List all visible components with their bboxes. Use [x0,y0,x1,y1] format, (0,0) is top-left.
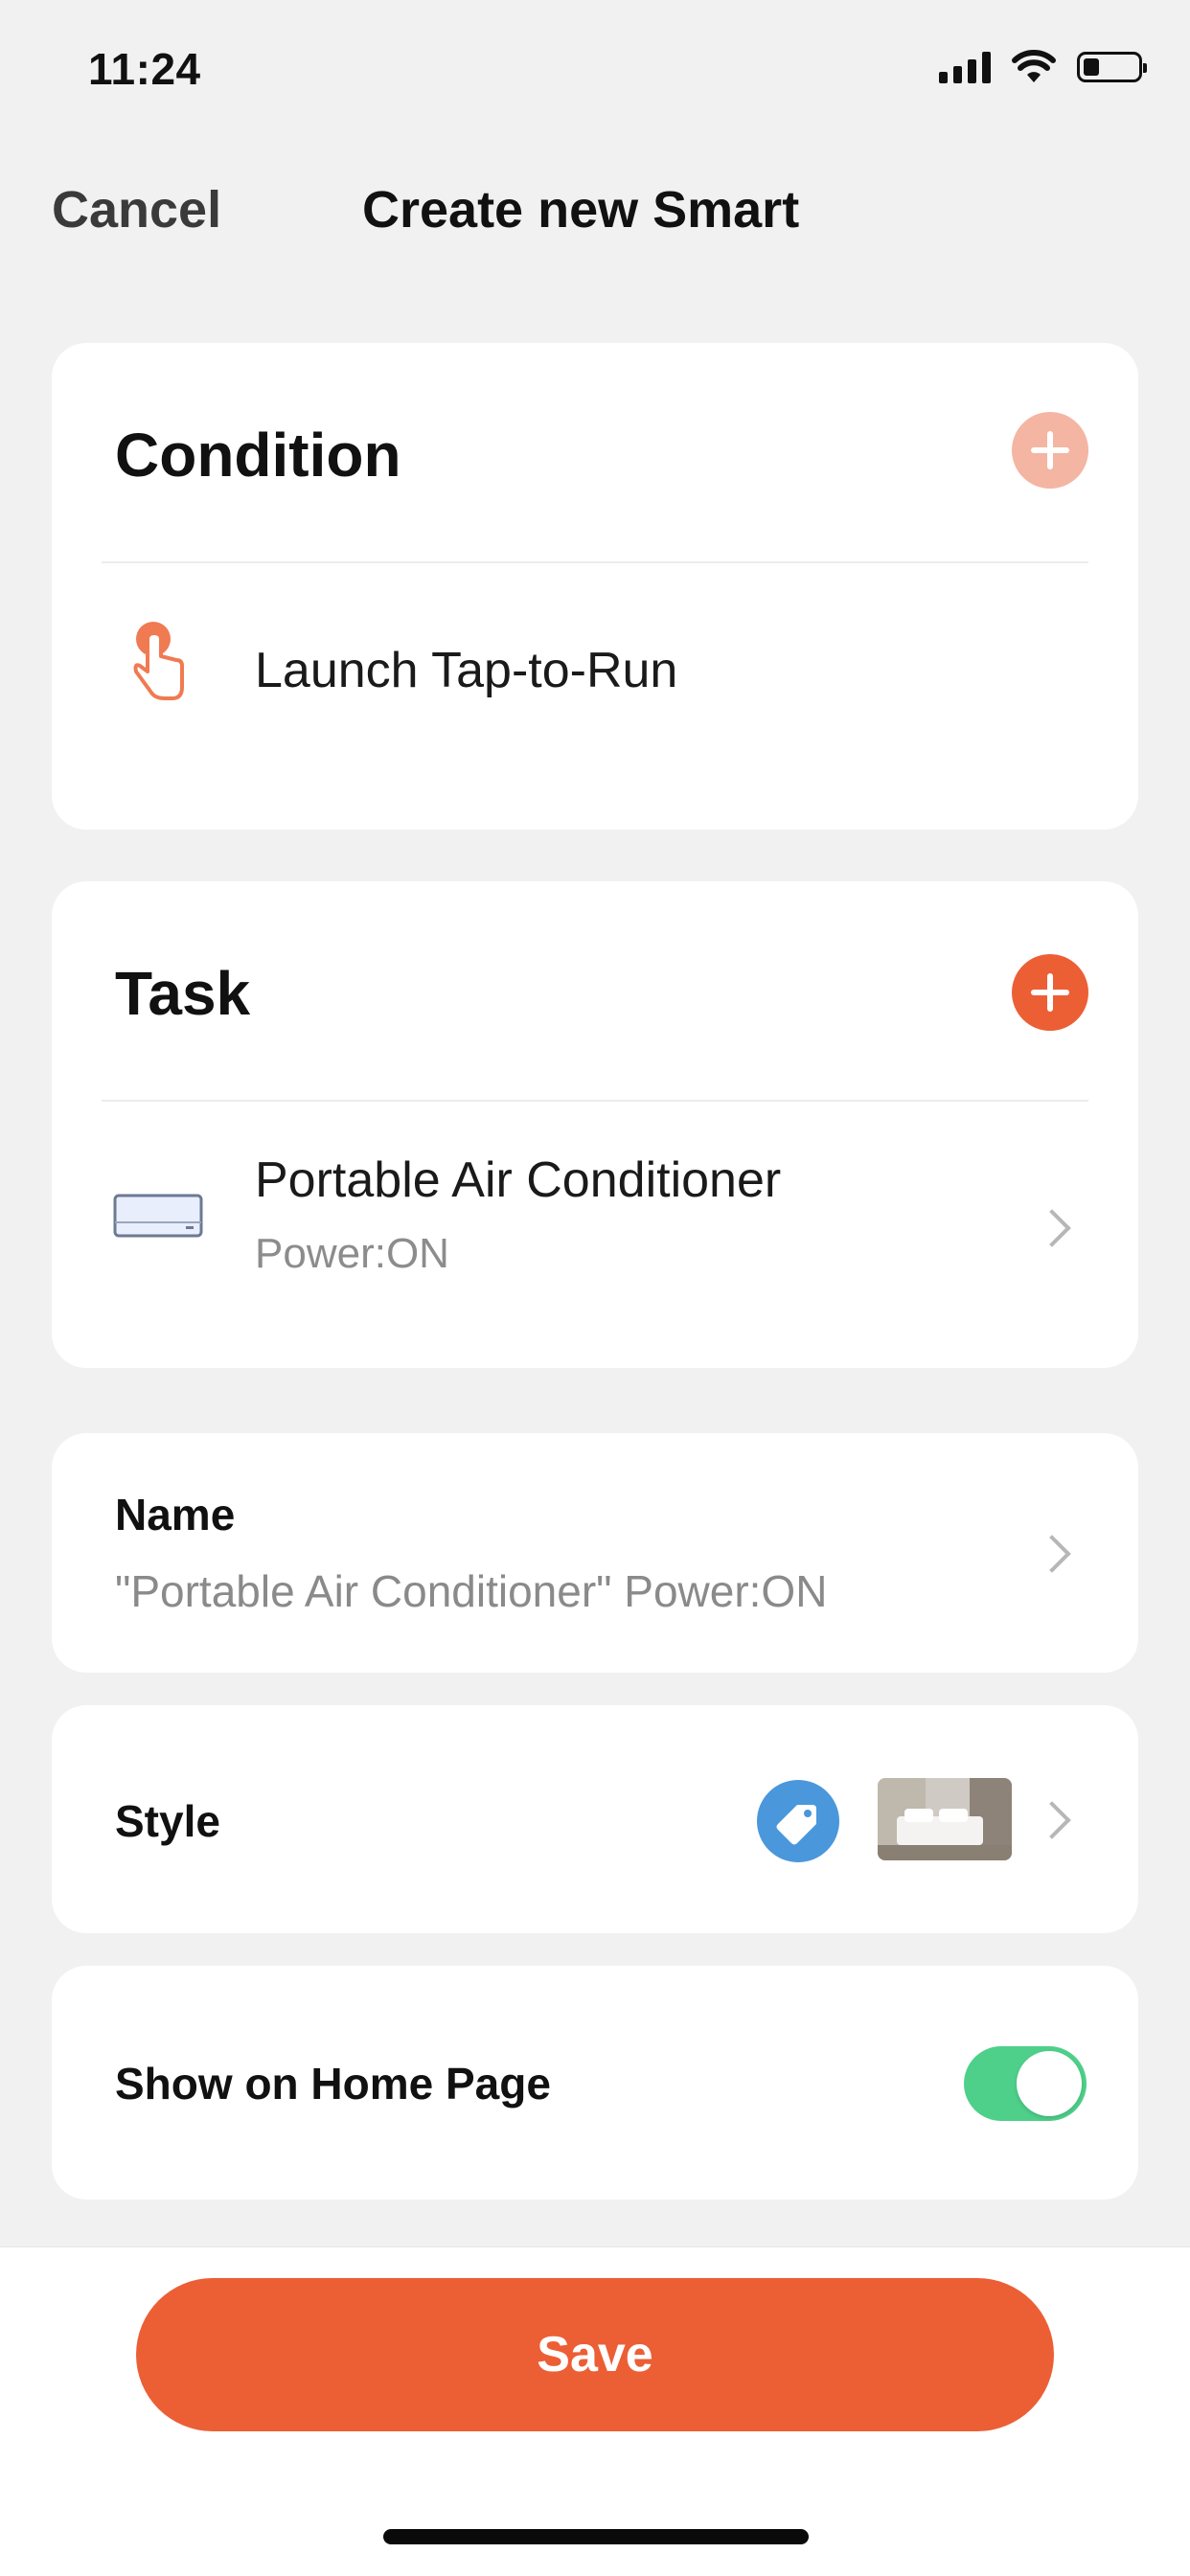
show-on-home-label: Show on Home Page [115,2059,551,2109]
show-on-home-toggle[interactable] [964,2046,1087,2121]
cellular-signal-icon [939,51,991,83]
task-title: Task [115,959,251,1028]
air-conditioner-icon [113,1194,203,1238]
condition-title: Condition [115,421,401,490]
style-field[interactable]: Style [52,1705,1138,1933]
task-device-name: Portable Air Conditioner [255,1152,782,1208]
name-field[interactable]: Name "Portable Air Conditioner" Power:ON [52,1433,1138,1673]
add-task-button[interactable] [1012,954,1088,1031]
add-condition-button[interactable] [1012,412,1088,489]
task-device-status: Power:ON [255,1230,449,1277]
chevron-right-icon [1033,1801,1071,1839]
cancel-button[interactable]: Cancel [52,180,221,239]
bedroom-thumbnail [878,1778,1012,1860]
tap-hand-icon [133,622,184,700]
chevron-right-icon [1033,1535,1071,1573]
condition-card: Condition Launch Tap-to-Run [52,343,1138,830]
save-button[interactable]: Save [136,2278,1054,2431]
wifi-icon [1012,50,1056,82]
condition-label: Launch Tap-to-Run [255,643,678,698]
condition-row[interactable]: Launch Tap-to-Run [52,565,1138,805]
task-card: Task Portable Air Conditioner Power:ON [52,881,1138,1368]
name-value: "Portable Air Conditioner" Power:ON [115,1566,828,1616]
divider [102,561,1088,563]
style-label: Style [115,1796,220,1846]
toggle-knob [1017,2051,1082,2116]
page-title: Create new Smart [362,181,800,239]
show-on-home-card: Show on Home Page [52,1966,1138,2200]
battery-icon [1077,52,1147,82]
home-indicator [383,2529,809,2544]
status-icons [939,50,1147,84]
tag-icon [757,1780,839,1862]
task-row[interactable]: Portable Air Conditioner Power:ON [52,1104,1138,1353]
chevron-right-icon [1033,1209,1071,1247]
status-time: 11:24 [88,44,201,94]
divider [102,1100,1088,1102]
name-label: Name [115,1490,236,1539]
